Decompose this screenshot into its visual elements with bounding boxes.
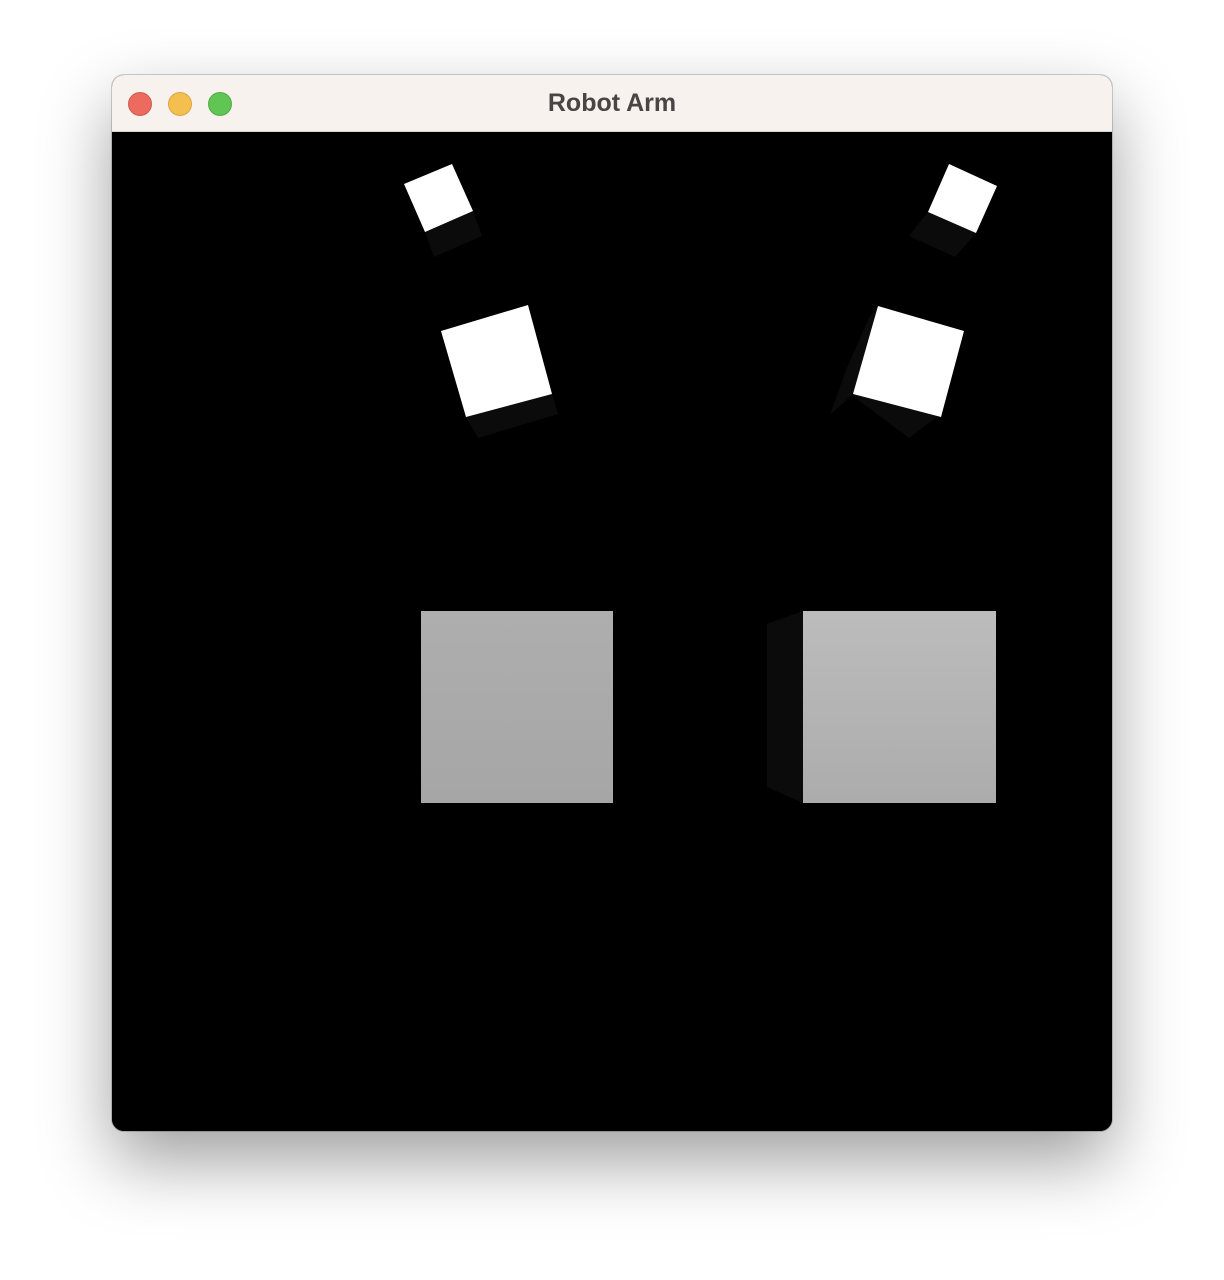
right-base-block: [803, 611, 996, 803]
scene-svg: [404, 164, 997, 803]
title-bar[interactable]: Robot Arm: [112, 75, 1112, 132]
window-title: Robot Arm: [547, 89, 677, 117]
render-canvas[interactable]: [112, 132, 1112, 1131]
right-base-side: [767, 611, 803, 803]
left-base-block: [421, 611, 613, 803]
app-window: Robot Arm: [112, 75, 1112, 1131]
